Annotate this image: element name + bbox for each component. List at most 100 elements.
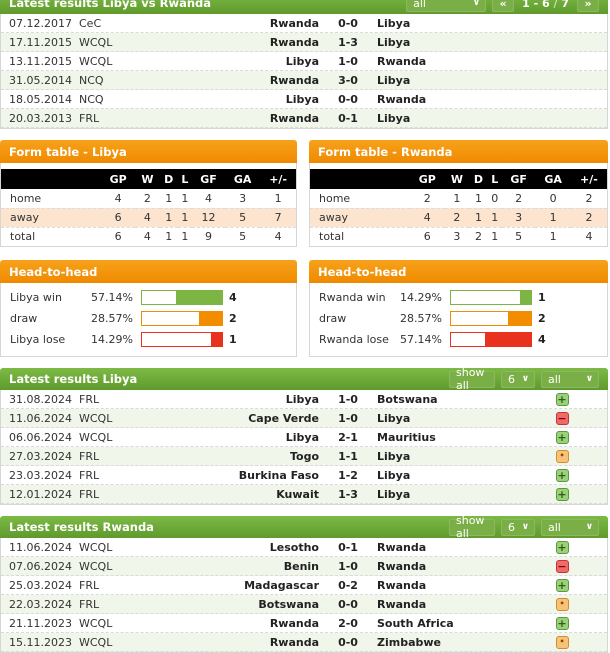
match-home-team[interactable]: Rwanda <box>159 17 319 30</box>
match-row[interactable]: 21.11.2023 WCQL Rwanda 2-0 South Africa + <box>1 614 607 633</box>
latest-rwanda-show-all-button[interactable]: show all <box>449 514 495 540</box>
form-table-column-header: L <box>487 169 502 189</box>
match-row[interactable]: 13.11.2015 WCQL Libya 1-0 Rwanda <box>1 52 607 71</box>
match-row[interactable]: 25.03.2024 FRL Madagascar 0-2 Rwanda + <box>1 576 607 595</box>
match-row[interactable]: 11.06.2024 WCQL Lesotho 0-1 Rwanda + <box>1 538 607 557</box>
match-away-team[interactable]: Rwanda <box>377 93 537 106</box>
match-row[interactable]: 15.11.2023 WCQL Rwanda 0-0 Zimbabwe • <box>1 633 607 652</box>
match-away-team[interactable]: Mauritius <box>377 431 537 444</box>
match-home-team[interactable]: Rwanda <box>159 36 319 49</box>
match-date: 12.01.2024 <box>9 487 72 501</box>
match-score[interactable]: 0-1 <box>319 112 377 125</box>
match-score[interactable]: 1-3 <box>319 36 377 49</box>
match-score[interactable]: 1-0 <box>319 55 377 68</box>
match-home-team[interactable]: Botswana <box>159 598 319 611</box>
form-table-rwanda-header: Form table - Rwanda <box>309 140 608 163</box>
match-away-team[interactable]: Rwanda <box>377 598 537 611</box>
h2h-percentage: 28.57% <box>400 312 442 325</box>
match-away-team[interactable]: Libya <box>377 74 537 87</box>
pager-prev-button[interactable]: « <box>492 0 515 12</box>
match-home-team[interactable]: Libya <box>159 93 319 106</box>
h2h-filter-select[interactable]: all ∨ <box>406 0 487 12</box>
match-home-team[interactable]: Libya <box>159 431 319 444</box>
match-home-team[interactable]: Rwanda <box>159 636 319 649</box>
match-home-team[interactable]: Libya <box>159 393 319 406</box>
match-away-team[interactable]: Rwanda <box>377 55 537 68</box>
match-away-team[interactable]: Libya <box>377 112 537 125</box>
form-table-column-header: GA <box>225 169 261 189</box>
latest-libya-filter-select[interactable]: all ∨ <box>541 370 599 388</box>
match-row[interactable]: 06.06.2024 WCQL Libya 2-1 Mauritius + <box>1 428 607 447</box>
match-row[interactable]: 31.08.2024 FRL Libya 1-0 Botswana + <box>1 390 607 409</box>
match-home-team[interactable]: Rwanda <box>159 112 319 125</box>
match-row[interactable]: 07.06.2024 WCQL Benin 1-0 Rwanda − <box>1 557 607 576</box>
match-score[interactable]: 0-2 <box>319 579 377 592</box>
match-away-team[interactable]: Libya <box>377 36 537 49</box>
match-away-team[interactable]: Libya <box>377 450 537 463</box>
form-table-cell: 6 <box>423 230 431 244</box>
match-score[interactable]: 2-1 <box>319 431 377 444</box>
match-result-cell: − <box>537 411 587 425</box>
latest-rwanda-filter-select[interactable]: all ∨ <box>541 518 599 536</box>
h2h-libya-header: Head-to-head <box>0 260 297 283</box>
match-home-team[interactable]: Togo <box>159 450 319 463</box>
h2h-bar <box>450 311 532 326</box>
match-home-team[interactable]: Libya <box>159 55 319 68</box>
match-away-team[interactable]: Libya <box>377 488 537 501</box>
match-home-team[interactable]: Lesotho <box>159 541 319 554</box>
form-table-column-header: +/- <box>260 169 296 189</box>
match-row[interactable]: 23.03.2024 FRL Burkina Faso 1-2 Libya + <box>1 466 607 485</box>
match-score[interactable]: 0-0 <box>319 93 377 106</box>
match-home-team[interactable]: Rwanda <box>159 617 319 630</box>
match-row[interactable]: 07.12.2017 CeC Rwanda 0-0 Libya <box>1 14 607 33</box>
match-score[interactable]: 0-1 <box>319 541 377 554</box>
match-score[interactable]: 1-0 <box>319 393 377 406</box>
latest-libya-list: 31.08.2024 FRL Libya 1-0 Botswana +11.06.2024… <box>0 390 608 505</box>
match-score[interactable]: 0-0 <box>319 636 377 649</box>
match-result-cell: + <box>537 468 587 482</box>
latest-libya-show-all-button[interactable]: show all <box>449 366 495 392</box>
match-score[interactable]: 1-0 <box>319 560 377 573</box>
form-table-cell: 1 <box>165 230 173 244</box>
pager-next-button[interactable]: » <box>577 0 599 12</box>
form-table-row-label: home <box>310 189 410 209</box>
match-row[interactable]: 18.05.2014 NCQ Libya 0-0 Rwanda <box>1 90 607 109</box>
match-home-team[interactable]: Burkina Faso <box>159 469 319 482</box>
match-row[interactable]: 12.01.2024 FRL Kuwait 1-3 Libya + <box>1 485 607 504</box>
match-away-team[interactable]: Botswana <box>377 393 537 406</box>
latest-rwanda-count-select[interactable]: 6 ∨ <box>501 518 535 536</box>
match-away-team[interactable]: Rwanda <box>377 541 537 554</box>
match-home-team[interactable]: Madagascar <box>159 579 319 592</box>
h2h-count: 2 <box>538 312 546 325</box>
match-away-team[interactable]: Libya <box>377 17 537 30</box>
result-lose-icon: − <box>555 559 569 573</box>
latest-libya-count-select[interactable]: 6 ∨ <box>501 370 535 388</box>
match-row[interactable]: 22.03.2024 FRL Botswana 0-0 Rwanda • <box>1 595 607 614</box>
match-away-team[interactable]: Rwanda <box>377 560 537 573</box>
match-row[interactable]: 11.06.2024 WCQL Cape Verde 1-0 Libya − <box>1 409 607 428</box>
match-date: 07.06.2024 <box>9 559 72 573</box>
match-row[interactable]: 20.03.2013 FRL Rwanda 0-1 Libya <box>1 109 607 128</box>
match-score[interactable]: 2-0 <box>319 617 377 630</box>
form-table-cell: 3 <box>501 208 536 228</box>
match-away-team[interactable]: Libya <box>377 469 537 482</box>
match-away-team[interactable]: South Africa <box>377 617 537 630</box>
match-score[interactable]: 1-2 <box>319 469 377 482</box>
match-score[interactable]: 1-3 <box>319 488 377 501</box>
match-score[interactable]: 1-1 <box>319 450 377 463</box>
match-score[interactable]: 0-0 <box>319 17 377 30</box>
match-score[interactable]: 0-0 <box>319 598 377 611</box>
h2h-bar-fill <box>176 291 222 304</box>
match-score[interactable]: 1-0 <box>319 412 377 425</box>
match-home-team[interactable]: Cape Verde <box>159 412 319 425</box>
match-home-team[interactable]: Rwanda <box>159 74 319 87</box>
match-away-team[interactable]: Rwanda <box>377 579 537 592</box>
match-away-team[interactable]: Libya <box>377 412 537 425</box>
match-home-team[interactable]: Kuwait <box>159 488 319 501</box>
match-home-team[interactable]: Benin <box>159 560 319 573</box>
match-away-team[interactable]: Zimbabwe <box>377 636 537 649</box>
match-row[interactable]: 27.03.2024 FRL Togo 1-1 Libya • <box>1 447 607 466</box>
match-row[interactable]: 31.05.2014 NCQ Rwanda 3-0 Libya <box>1 71 607 90</box>
match-score[interactable]: 3-0 <box>319 74 377 87</box>
match-row[interactable]: 17.11.2015 WCQL Rwanda 1-3 Libya <box>1 33 607 52</box>
